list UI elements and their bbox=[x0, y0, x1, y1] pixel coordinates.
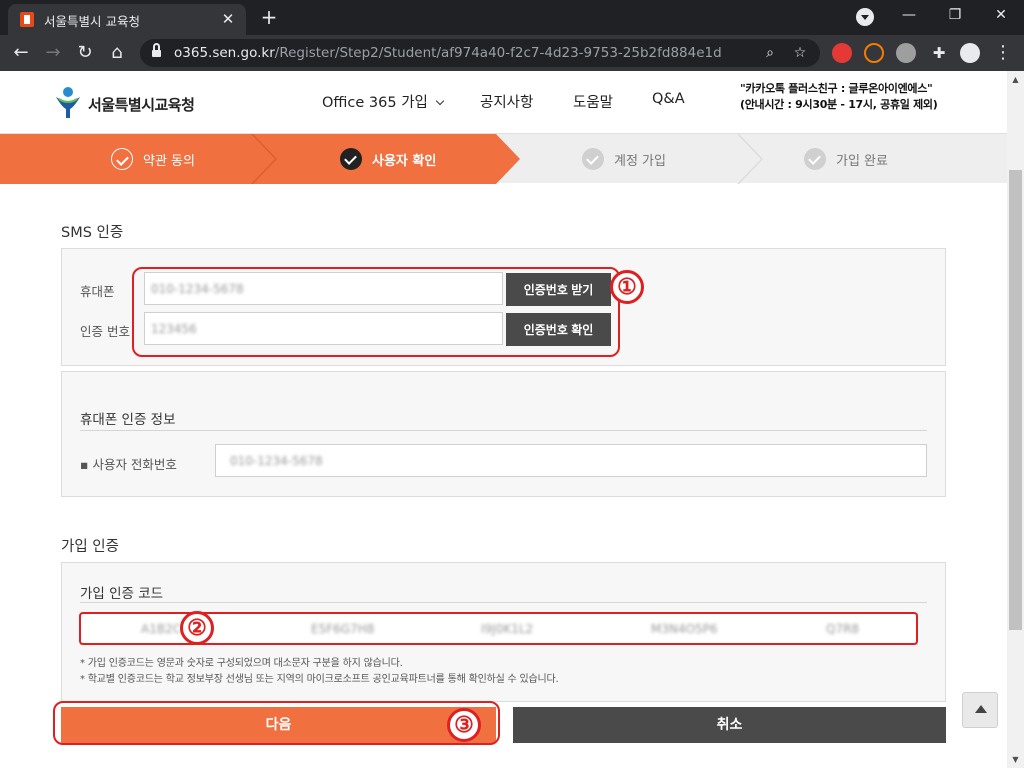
window-close-button[interactable]: ✕ bbox=[978, 0, 1024, 32]
address-bar[interactable]: o365.sen.go.kr/Register/Step2/Student/af… bbox=[140, 39, 820, 67]
home-icon[interactable]: ⌂ bbox=[104, 40, 130, 66]
extensions-puzzle-icon[interactable]: ✚ bbox=[926, 40, 952, 66]
phone-label: 휴대폰 bbox=[80, 284, 115, 299]
user-phone-field: 010-1234-5678 bbox=[215, 444, 927, 477]
check-circle-icon bbox=[111, 148, 133, 170]
kakao-contact: "카카오톡 플러스친구 : 글루온아이엔에스" bbox=[740, 82, 933, 95]
nav-qna[interactable]: Q&A bbox=[652, 91, 685, 107]
browser-toolbar: ← → ↻ ⌂ o365.sen.go.kr/Register/Step2/St… bbox=[0, 35, 1024, 71]
tab-search-icon[interactable] bbox=[856, 8, 874, 26]
step-terms: 약관 동의 bbox=[111, 134, 195, 184]
join-code-segment: E5F6G7H8 bbox=[311, 622, 375, 636]
divider bbox=[80, 602, 927, 603]
kakao-hours: (안내시간 : 9시30분 - 17시, 공휴일 제외) bbox=[740, 98, 938, 111]
seoul-edu-logo-icon[interactable] bbox=[54, 85, 82, 119]
user-phone-label: ▪ 사용자 전화번호 bbox=[80, 457, 177, 472]
join-note-1: * 가입 인증코드는 영문과 숫자로 구성되었으며 대소문자 구분을 하지 않습… bbox=[80, 658, 403, 669]
scroll-up-icon[interactable]: ▲ bbox=[1007, 71, 1024, 88]
minimize-button[interactable]: — bbox=[886, 0, 932, 32]
restore-button[interactable]: ❐ bbox=[932, 0, 978, 32]
back-icon[interactable]: ← bbox=[8, 40, 34, 66]
extension-orange-icon[interactable] bbox=[864, 43, 884, 63]
office-favicon-icon bbox=[20, 12, 34, 27]
sms-box: 휴대폰 010-1234-5678 인증번호 받기 인증 번호 123456 인… bbox=[61, 248, 946, 366]
tab-close-icon[interactable]: ✕ bbox=[218, 9, 238, 29]
phone-value: 010-1234-5678 bbox=[151, 281, 244, 296]
sms-code-value: 123456 bbox=[151, 321, 197, 336]
nav-office365-signup[interactable]: Office 365 가입 bbox=[322, 91, 445, 112]
annotation-number-2: ② bbox=[180, 611, 214, 645]
site-logo-text[interactable]: 서울특별시교육청 bbox=[88, 94, 195, 115]
join-code-segment: M3N4O5P6 bbox=[651, 622, 718, 636]
check-circle-icon bbox=[582, 148, 604, 170]
phone-input[interactable]: 010-1234-5678 bbox=[144, 272, 503, 305]
extension-gray-icon[interactable] bbox=[896, 43, 916, 63]
join-note-2: * 학교별 인증코드는 학교 정보부장 선생님 또는 지역의 마이크로소프트 공… bbox=[80, 674, 559, 685]
extension-red-icon[interactable] bbox=[832, 43, 852, 63]
browser-menu-icon[interactable]: ⋮ bbox=[990, 40, 1016, 66]
reload-icon[interactable]: ↻ bbox=[72, 40, 98, 66]
verify-code-button[interactable]: 인증번호 확인 bbox=[506, 313, 611, 346]
nav-help[interactable]: 도움말 bbox=[573, 91, 613, 112]
join-code-segment: I9J0K1L2 bbox=[481, 622, 534, 636]
sms-section-title: SMS 인증 bbox=[61, 225, 124, 241]
page-content: 서울특별시교육청 Office 365 가입 공지사항 도움말 Q&A "카카오… bbox=[0, 71, 1007, 768]
forward-icon[interactable]: → bbox=[40, 40, 66, 66]
get-code-button[interactable]: 인증번호 받기 bbox=[506, 273, 611, 306]
scroll-down-icon[interactable]: ▼ bbox=[1007, 751, 1024, 768]
scroll-to-top-button[interactable] bbox=[962, 692, 998, 728]
new-tab-button[interactable]: + bbox=[256, 5, 282, 31]
check-circle-icon bbox=[804, 148, 826, 170]
next-button[interactable]: 다음 bbox=[61, 707, 496, 743]
phone-info-title: 휴대폰 인증 정보 bbox=[80, 412, 176, 428]
divider bbox=[80, 430, 927, 431]
join-code-segment: Q7R8 bbox=[826, 622, 860, 636]
check-circle-icon bbox=[340, 148, 362, 170]
bookmark-star-icon[interactable]: ☆ bbox=[790, 43, 810, 63]
nav-notice[interactable]: 공지사항 bbox=[480, 91, 533, 112]
join-section-title: 가입 인증 bbox=[61, 539, 119, 555]
scrollbar-thumb[interactable] bbox=[1009, 170, 1022, 630]
step-complete: 가입 완료 bbox=[804, 134, 888, 184]
chevron-down-icon bbox=[435, 96, 445, 106]
profile-avatar-icon[interactable] bbox=[960, 43, 980, 63]
browser-tab[interactable]: 서울특별시 교육청 ✕ bbox=[8, 4, 246, 35]
url-text[interactable]: o365.sen.go.kr/Register/Step2/Student/af… bbox=[174, 45, 722, 61]
user-phone-value: 010-1234-5678 bbox=[230, 453, 323, 468]
join-code-title: 가입 인증 코드 bbox=[80, 586, 164, 602]
step-account-signup: 계정 가입 bbox=[582, 134, 666, 184]
signup-progress-steps: 약관 동의 사용자 확인 계정 가입 가입 완료 bbox=[0, 133, 1007, 184]
site-header: 서울특별시교육청 Office 365 가입 공지사항 도움말 Q&A "카카오… bbox=[0, 71, 1007, 133]
lock-icon[interactable] bbox=[152, 43, 161, 59]
tab-title: 서울특별시 교육청 bbox=[44, 14, 140, 29]
cancel-button[interactable]: 취소 bbox=[513, 707, 946, 743]
annotation-number-3: ③ bbox=[447, 708, 481, 742]
step-user-verify: 사용자 확인 bbox=[340, 134, 436, 184]
annotation-number-1: ① bbox=[610, 270, 644, 304]
sms-code-input[interactable]: 123456 bbox=[144, 312, 503, 345]
zoom-icon[interactable]: ⌕ bbox=[760, 43, 780, 63]
browser-tab-bar: 서울특별시 교육청 ✕ + — ❐ ✕ bbox=[0, 0, 1024, 35]
code-label: 인증 번호 bbox=[80, 324, 130, 339]
phone-info-box: 휴대폰 인증 정보 ▪ 사용자 전화번호 010-1234-5678 bbox=[61, 371, 946, 497]
